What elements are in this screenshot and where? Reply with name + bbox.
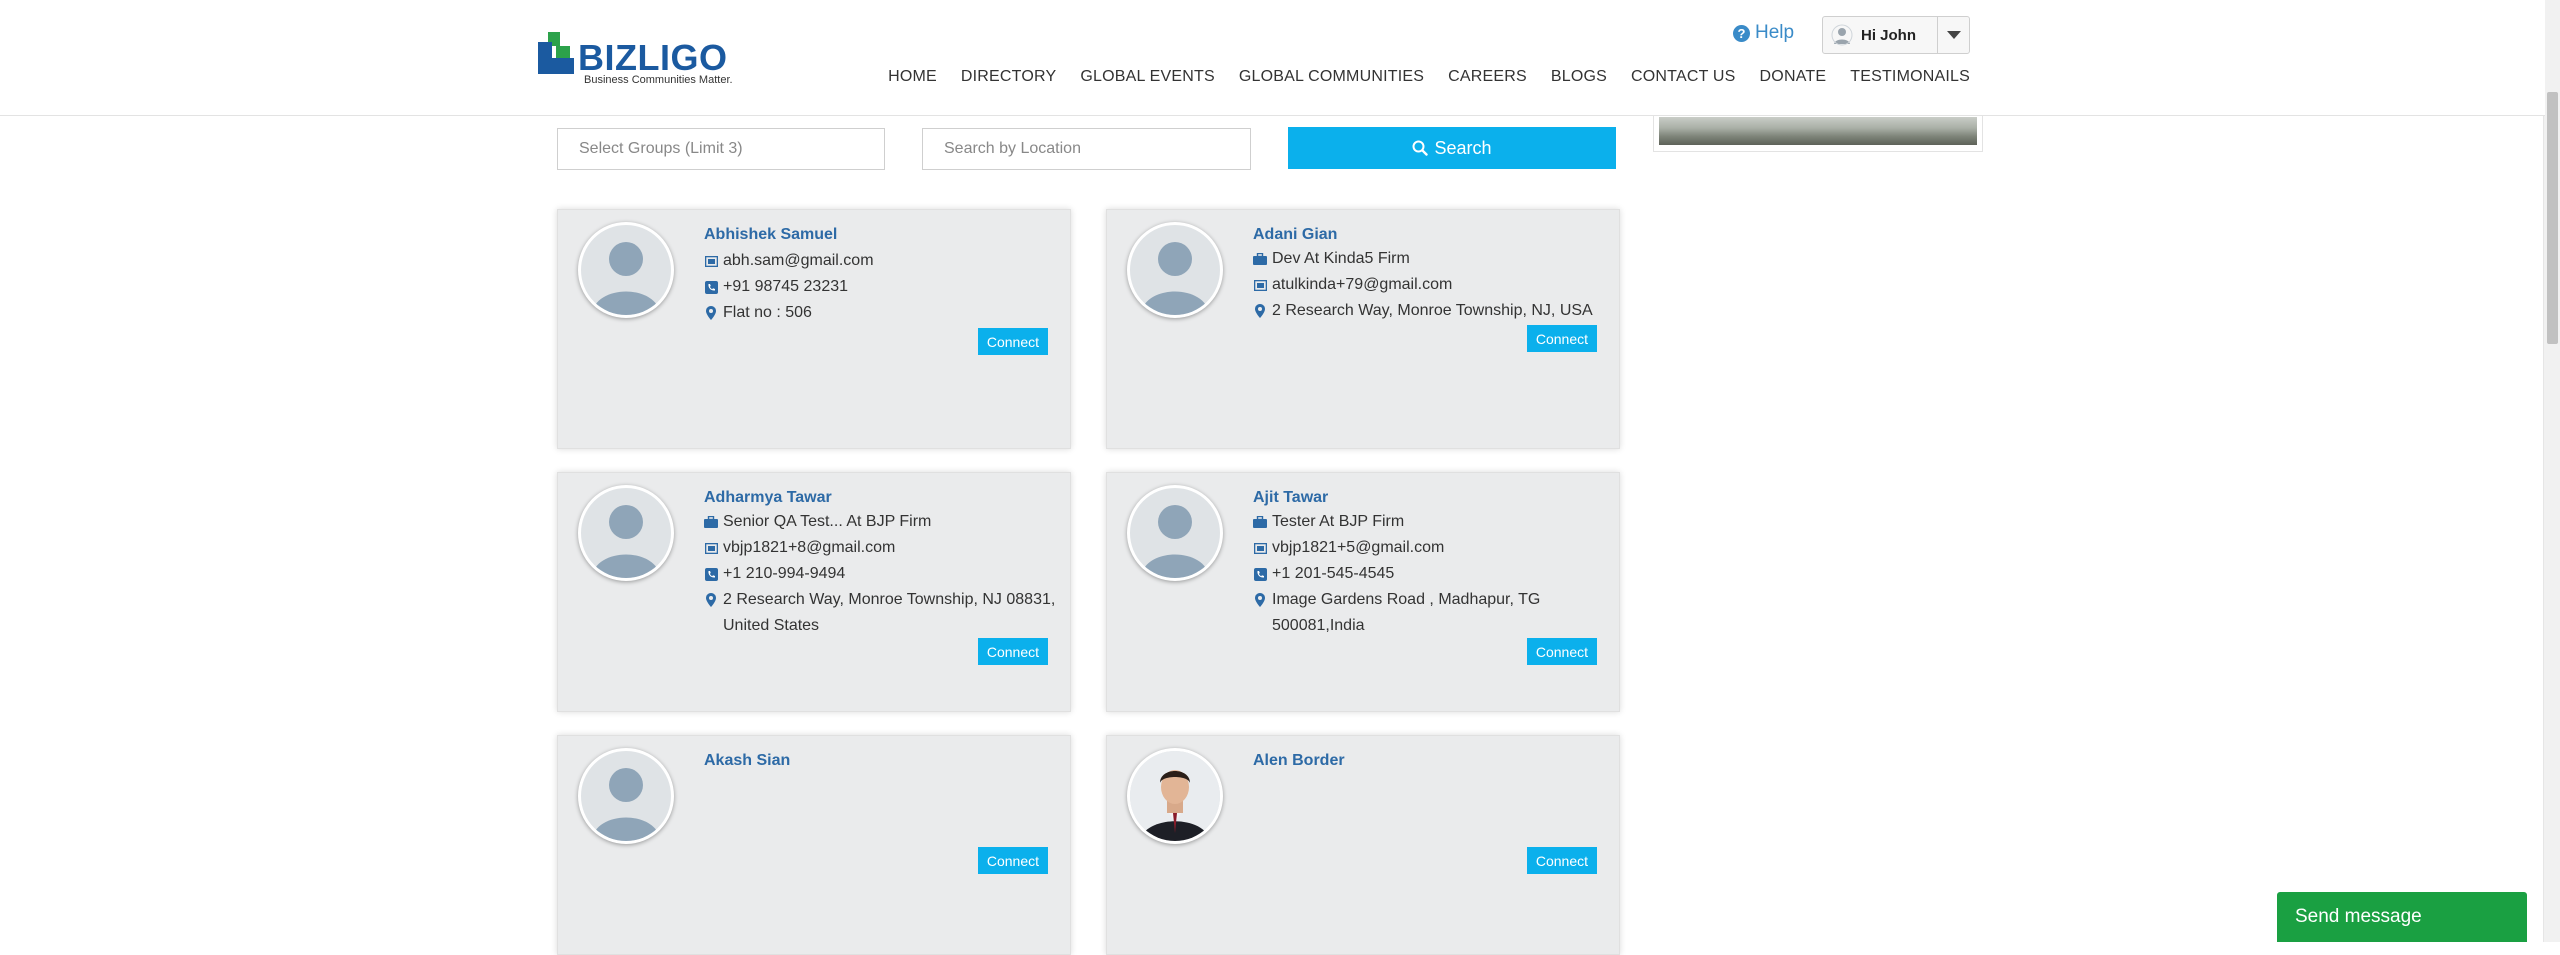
user-menu-toggle[interactable] <box>1937 17 1969 53</box>
member-card: Ajit Tawar Tester At BJP Firm vbjp1821+5… <box>1106 472 1620 712</box>
connect-button[interactable]: Connect <box>1526 325 1597 352</box>
member-email: vbjp1821+8@gmail.com <box>704 535 1056 561</box>
connect-button[interactable]: Connect <box>1526 638 1597 665</box>
caret-down-icon <box>1946 31 1961 39</box>
briefcase-icon <box>704 515 718 529</box>
groups-select[interactable]: Select Groups (Limit 3) <box>557 128 885 170</box>
envelope-icon <box>1253 278 1267 292</box>
member-card: Adharmya Tawar Senior QA Test... At BJP … <box>557 472 1071 712</box>
nav-careers[interactable]: CAREERS <box>1436 68 1539 86</box>
member-card: Akash Sian Connect <box>557 735 1071 955</box>
nav-blogs[interactable]: BLOGS <box>1539 68 1619 86</box>
search-button-label: Search <box>1434 137 1492 158</box>
member-photo[interactable] <box>1127 748 1223 844</box>
user-greeting: Hi John <box>1861 26 1916 44</box>
bizligo-logo-mark-icon <box>538 32 574 74</box>
envelope-icon <box>1253 541 1267 555</box>
map-marker-icon <box>704 306 718 320</box>
default-avatar-icon[interactable] <box>578 485 674 581</box>
member-phone: +1 201-545-4545 <box>1253 561 1605 587</box>
logo-wordmark: BIZLIGO <box>578 37 728 78</box>
nav-global-events[interactable]: GLOBAL EVENTS <box>1068 68 1227 86</box>
connect-button[interactable]: Connect <box>1526 847 1597 874</box>
map-marker-icon <box>704 593 718 607</box>
nav-directory[interactable]: DIRECTORY <box>949 68 1068 86</box>
page-scrollbar[interactable] <box>2543 0 2560 942</box>
member-email: vbjp1821+5@gmail.com <box>1253 535 1605 561</box>
member-location: Flat no : 506 <box>704 300 1056 326</box>
nav-global-communities[interactable]: GLOBAL COMMUNITIES <box>1227 68 1436 86</box>
send-message-label: Send message <box>2295 906 2422 927</box>
default-avatar-icon[interactable] <box>578 222 674 318</box>
default-avatar-icon[interactable] <box>578 748 674 844</box>
member-details: abh.sam@gmail.com +91 98745 23231 Flat n… <box>704 248 1056 326</box>
scrollbar-thumb[interactable] <box>2547 92 2558 344</box>
default-avatar-icon[interactable] <box>1127 485 1223 581</box>
member-email: abh.sam@gmail.com <box>704 248 1056 274</box>
member-name[interactable]: Adharmya Tawar <box>704 489 832 507</box>
question-circle-icon: ? <box>1733 24 1750 42</box>
member-name[interactable]: Akash Sian <box>704 752 790 770</box>
member-name[interactable]: Alen Border <box>1253 752 1345 770</box>
groups-select-placeholder: Select Groups (Limit 3) <box>579 140 743 157</box>
member-phone: +91 98745 23231 <box>704 274 1056 300</box>
connect-button[interactable]: Connect <box>977 847 1048 874</box>
search-button[interactable]: Search <box>1288 127 1616 169</box>
envelope-icon <box>704 541 718 555</box>
phone-icon <box>704 280 718 294</box>
briefcase-icon <box>1253 515 1267 529</box>
member-email: atulkinda+79@gmail.com <box>1253 272 1605 298</box>
member-location: 2 Research Way, Monroe Township, NJ 0883… <box>704 587 1056 639</box>
member-details: Tester At BJP Firm vbjp1821+5@gmail.com … <box>1253 509 1605 639</box>
connect-button[interactable]: Connect <box>977 638 1048 665</box>
connect-button[interactable]: Connect <box>977 328 1048 355</box>
member-card: Alen Border Connect <box>1106 735 1620 955</box>
location-search-input[interactable] <box>944 140 1250 158</box>
search-icon <box>1412 140 1429 156</box>
member-name[interactable]: Abhishek Samuel <box>704 226 837 244</box>
help-label: Help <box>1755 22 1795 43</box>
phone-icon <box>704 567 718 581</box>
sidebar-banner-image <box>1659 117 1977 145</box>
main-nav: HOME DIRECTORY GLOBAL EVENTS GLOBAL COMM… <box>876 68 1970 86</box>
nav-contact-us[interactable]: CONTACT US <box>1619 68 1748 86</box>
map-marker-icon <box>1253 593 1267 607</box>
member-location: 2 Research Way, Monroe Township, NJ, USA <box>1253 298 1605 324</box>
nav-donate[interactable]: DONATE <box>1748 68 1839 86</box>
user-menu-button[interactable]: Hi John <box>1823 17 1937 53</box>
envelope-icon <box>704 254 718 268</box>
member-details: Dev At Kinda5 Firm atulkinda+79@gmail.co… <box>1253 246 1605 324</box>
member-company: Dev At Kinda5 Firm <box>1253 246 1605 272</box>
member-company: Tester At BJP Firm <box>1253 509 1605 535</box>
member-company: Senior QA Test... At BJP Firm <box>704 509 1056 535</box>
phone-icon <box>1253 567 1267 581</box>
member-location: Image Gardens Road , Madhapur, TG 500081… <box>1253 587 1605 639</box>
member-name[interactable]: Adani Gian <box>1253 226 1337 244</box>
member-name[interactable]: Ajit Tawar <box>1253 489 1328 507</box>
briefcase-icon <box>1253 252 1267 266</box>
member-card: Abhishek Samuel abh.sam@gmail.com +91 98… <box>557 209 1071 449</box>
default-avatar-icon[interactable] <box>1127 222 1223 318</box>
bizligo-logo[interactable]: BIZLIGO Business Communities Matter. <box>538 32 738 90</box>
user-avatar-icon <box>1831 24 1853 46</box>
location-field[interactable] <box>922 128 1251 170</box>
help-link[interactable]: ? Help <box>1733 22 1794 44</box>
site-header: BIZLIGO Business Communities Matter. ? H… <box>0 0 2545 116</box>
nav-testimonials[interactable]: TESTIMONAILS <box>1838 68 1970 86</box>
send-message-button[interactable]: Send message <box>2277 892 2527 942</box>
map-marker-icon <box>1253 304 1267 318</box>
nav-home[interactable]: HOME <box>876 68 949 86</box>
member-phone: +1 210-994-9494 <box>704 561 1056 587</box>
member-card: Adani Gian Dev At Kinda5 Firm atulkinda+… <box>1106 209 1620 449</box>
logo-tagline: Business Communities Matter. <box>584 74 733 86</box>
member-details: Senior QA Test... At BJP Firm vbjp1821+8… <box>704 509 1056 639</box>
user-menu[interactable]: Hi John <box>1822 16 1970 54</box>
